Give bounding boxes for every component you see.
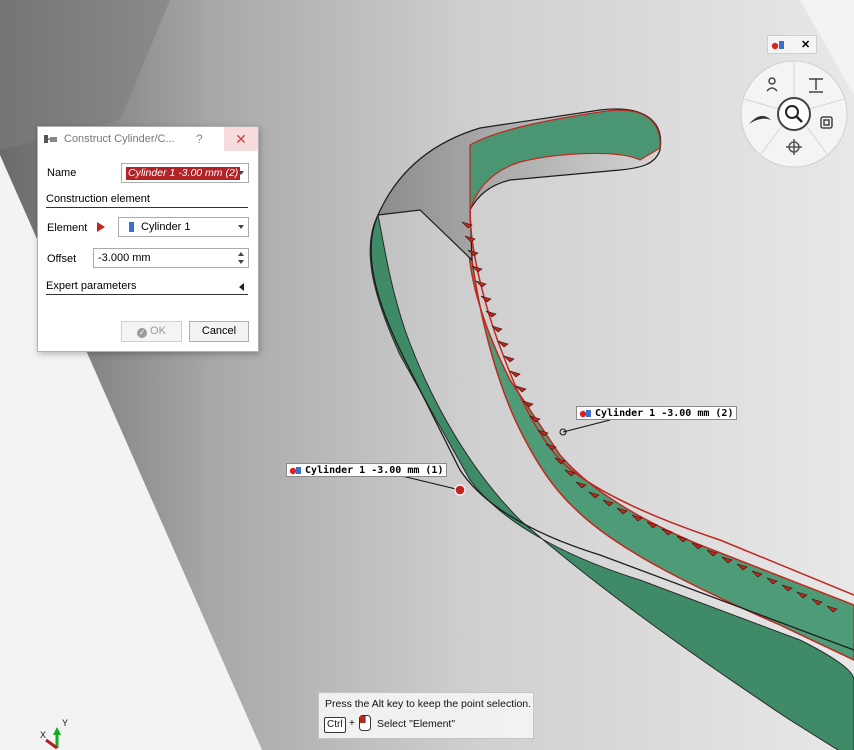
ok-button[interactable]: ✓ OK (121, 321, 182, 342)
cylinder-point-icon (289, 467, 301, 475)
hint-text: Press the Alt key to keep the point sele… (325, 698, 532, 710)
check-icon: ✓ (137, 328, 148, 338)
cylinder-point-icon (771, 41, 784, 50)
spin-down-icon[interactable] (238, 260, 244, 264)
toolbox-close-button[interactable]: ✕ (801, 38, 810, 51)
offset-spinbox[interactable]: -3.000 mm (93, 248, 249, 268)
cancel-button[interactable]: Cancel (189, 321, 249, 342)
pick-element-icon[interactable] (97, 222, 105, 232)
point-marker-1[interactable] (454, 484, 466, 496)
cylinder-point-icon (579, 410, 591, 418)
section-expert-parameters[interactable]: Expert parameters (46, 280, 248, 295)
mouse-left-click-icon (359, 715, 371, 731)
offset-value: -3.000 mm (98, 252, 151, 264)
chevron-down-icon[interactable] (238, 225, 244, 229)
element-label-2-text: Cylinder 1 -3.00 mm (2) (595, 408, 734, 419)
name-value: Cylinder 1 -3.00 mm (2) (126, 167, 241, 180)
dialog-close-button[interactable]: ✕ (224, 127, 258, 151)
element-label-1-text: Cylinder 1 -3.00 mm (1) (305, 465, 444, 476)
element-label-2[interactable]: Cylinder 1 -3.00 mm (2) (576, 406, 738, 420)
element-value: Cylinder 1 (141, 221, 191, 233)
spin-up-icon[interactable] (238, 252, 244, 256)
dialog-title: Construct Cylinder/C... (64, 133, 175, 145)
construct-cylinder-dialog: Construct Cylinder/C... ? ✕ Name Cylinde… (37, 126, 259, 352)
toolbox-header[interactable]: ✕ (767, 35, 817, 54)
navigation-wheel[interactable] (739, 59, 849, 169)
plus-sign: + (349, 718, 355, 729)
3d-viewport[interactable] (0, 0, 854, 750)
hint-action: Select "Element" (377, 718, 456, 730)
axis-y-label: Y (62, 718, 69, 728)
ctrl-key: Ctrl (324, 717, 346, 733)
collapse-arrow-icon[interactable] (239, 283, 244, 291)
construct-cylinder-icon (44, 135, 57, 143)
element-label-1[interactable]: Cylinder 1 -3.00 mm (1) (286, 463, 448, 477)
cylinder-icon (129, 222, 134, 232)
offset-label: Offset (47, 253, 77, 265)
name-field[interactable]: Cylinder 1 -3.00 mm (2) (121, 163, 249, 183)
ok-label: OK (150, 325, 166, 337)
element-label: Element (47, 222, 88, 234)
name-label: Name (47, 167, 77, 179)
axis-x-label: X (40, 730, 47, 740)
hint-box: Press the Alt key to keep the point sele… (318, 692, 534, 739)
element-select[interactable]: Cylinder 1 (118, 217, 249, 237)
help-icon[interactable]: ? (196, 132, 203, 146)
dialog-titlebar[interactable]: Construct Cylinder/C... ? ✕ (38, 127, 258, 151)
chevron-down-icon[interactable] (238, 171, 244, 175)
section-construction-element: Construction element (46, 193, 248, 208)
